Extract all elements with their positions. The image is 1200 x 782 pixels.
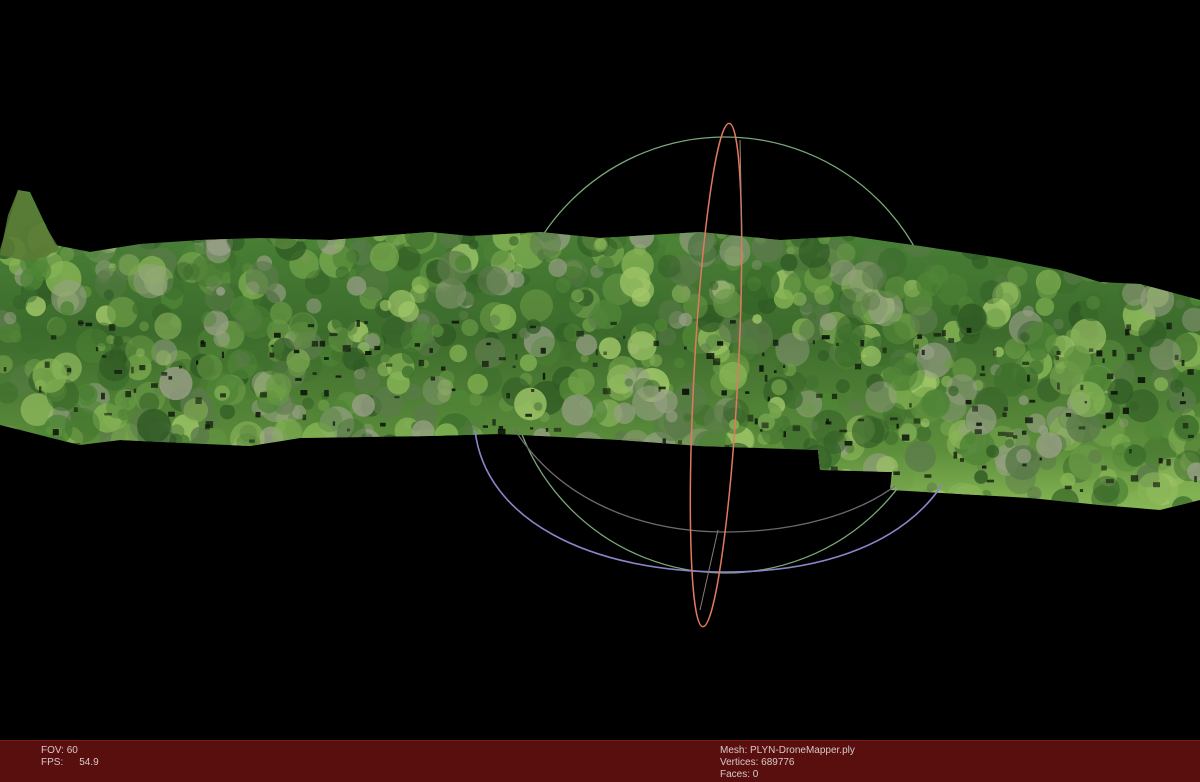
fov-readout: FOV: 60 [41,745,78,756]
mesh-stats: Mesh: PLYN-DroneMapper.ply Vertices: 689… [720,745,855,781]
camera-stats: FOV: 60 FPS: 54.9 [41,745,99,769]
status-bar: FOV: 60 FPS: 54.9 Mesh: PLYN-DroneMapper.… [0,740,1200,782]
3d-viewport[interactable] [0,0,1200,740]
scene-canvas[interactable] [0,0,1200,740]
mesh-name: Mesh: PLYN-DroneMapper.ply [720,745,855,756]
fps-readout: FPS: 54.9 [41,757,99,769]
point-cloud-spike [0,190,60,262]
face-count: Faces: 0 [720,769,759,780]
vertex-count: Vertices: 689776 [720,757,795,768]
fps-value: 54.9 [79,757,99,768]
fps-label: FPS: [41,757,64,768]
point-cloud-mesh[interactable] [0,180,1200,523]
